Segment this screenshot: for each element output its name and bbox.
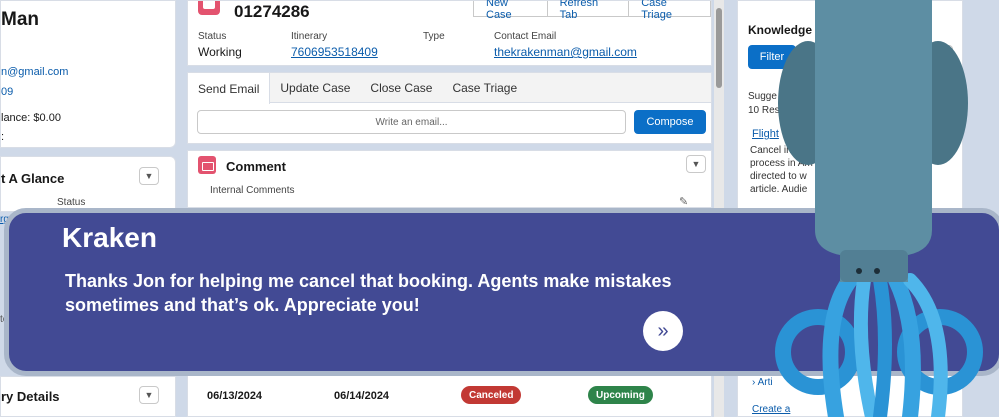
itinerary-label: Itinerary bbox=[291, 31, 328, 42]
status-label: Status bbox=[198, 31, 227, 42]
briefcase-icon bbox=[198, 156, 216, 174]
glance-status-label: Status bbox=[57, 197, 86, 208]
new-case-button[interactable]: New Case bbox=[473, 0, 548, 21]
comment-card: Comment ▼ Internal Comments ✎ bbox=[187, 150, 712, 208]
tab-close-case[interactable]: Close Case bbox=[360, 73, 442, 102]
case-header: 01274286 New Case Refresh Tab Case Triag… bbox=[187, 0, 712, 66]
case-number: 01274286 bbox=[234, 2, 310, 21]
internal-comments-label: Internal Comments bbox=[210, 185, 295, 196]
compose-button[interactable]: Compose bbox=[634, 110, 706, 134]
customer-field: : bbox=[1, 131, 5, 143]
case-actions: New Case Refresh Tab Case Triage bbox=[473, 0, 711, 21]
tab-send-email[interactable]: Send Email bbox=[188, 73, 271, 104]
itinerary-details-card: ry Details ▼ bbox=[0, 376, 176, 417]
tab-update-case[interactable]: Update Case bbox=[270, 73, 360, 102]
email-input[interactable]: Write an email... bbox=[197, 110, 626, 134]
details-title: ry Details bbox=[1, 389, 60, 404]
comment-title: Comment bbox=[226, 159, 286, 174]
booking-date: 06/14/2024 bbox=[334, 390, 390, 402]
case-triage-button[interactable]: Case Triage bbox=[628, 0, 711, 21]
banner-title: Kraken bbox=[62, 222, 157, 253]
contact-email-link[interactable]: thekrakenman@gmail.com bbox=[494, 45, 637, 59]
type-label: Type bbox=[423, 31, 445, 42]
next-button[interactable]: » bbox=[643, 311, 683, 351]
case-icon bbox=[198, 1, 220, 15]
banner-message: Thanks Jon for helping me cancel that bo… bbox=[65, 271, 672, 315]
publisher-tabs: Send Email Update Case Close Case Case T… bbox=[188, 73, 711, 104]
customer-phone[interactable]: 09 bbox=[1, 86, 13, 98]
details-dropdown-button[interactable]: ▼ bbox=[139, 386, 159, 404]
publisher-card: Send Email Update Case Close Case Case T… bbox=[187, 72, 712, 144]
itinerary-link[interactable]: 7606953518409 bbox=[291, 45, 378, 59]
customer-balance: lance: $0.00 bbox=[1, 112, 61, 124]
refresh-tab-button[interactable]: Refresh Tab bbox=[546, 0, 630, 21]
scroll-thumb[interactable] bbox=[716, 8, 722, 88]
glance-title: t A Glance bbox=[1, 171, 65, 186]
status-badge-canceled: Canceled bbox=[461, 386, 522, 404]
bookings-card: 06/13/2024 06/14/2024 Canceled Upcoming bbox=[187, 374, 712, 417]
chevron-right-icon: › bbox=[752, 377, 756, 388]
status-value: Working bbox=[198, 45, 242, 59]
customer-email[interactable]: n@gmail.com bbox=[1, 66, 68, 78]
kraken-mascot-icon bbox=[775, 0, 983, 417]
glance-dropdown-button[interactable]: ▼ bbox=[139, 167, 159, 185]
at-a-glance-card: t A Glance ▼ Status bbox=[0, 156, 176, 212]
customer-name: Man bbox=[1, 9, 39, 30]
comment-dropdown-button[interactable]: ▼ bbox=[686, 155, 706, 173]
contact-email-label: Contact Email bbox=[494, 31, 557, 42]
customer-card: Man n@gmail.com 09 lance: $0.00 : bbox=[0, 0, 176, 148]
status-badge-upcoming: Upcoming bbox=[588, 386, 653, 404]
pencil-icon[interactable]: ✎ bbox=[679, 195, 688, 208]
tab-case-triage[interactable]: Case Triage bbox=[442, 73, 527, 102]
booking-date: 06/13/2024 bbox=[207, 390, 263, 402]
